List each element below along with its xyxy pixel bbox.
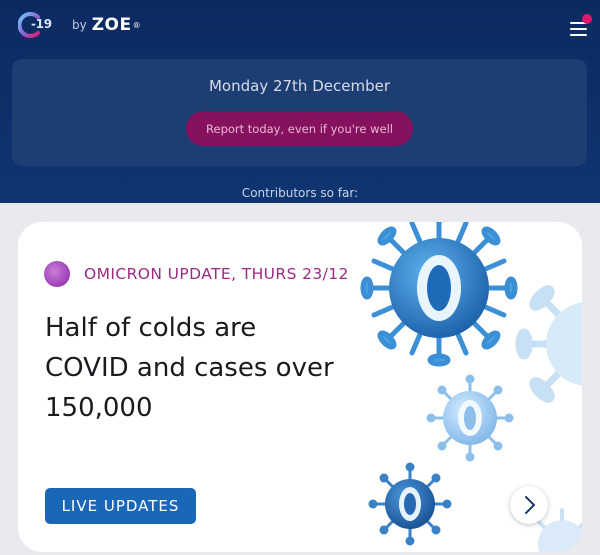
news-card[interactable]: OMICRON UPDATE, THURS 23/12 Half of cold… [18, 222, 582, 552]
app-header: -19 by ZOE ® Monday 27th December Report… [0, 0, 600, 203]
contributors-label: Contributors so far: [241, 186, 359, 200]
logo-c-icon: -19 [17, 12, 52, 38]
logo-by: by [72, 18, 87, 32]
logo-number: -19 [31, 17, 52, 31]
date-label: Monday 27th December [208, 77, 390, 95]
logo-registered: ® [132, 20, 141, 30]
news-headline: Half of colds are COVID and cases over 1… [45, 313, 334, 423]
date-card: Monday 27th December Report today, even … [12, 59, 587, 166]
tag-dot-icon [44, 261, 70, 287]
report-today-button[interactable]: Report today, even if you're well [186, 111, 413, 146]
logo-brand: ZOE [91, 15, 132, 35]
next-card-button[interactable] [510, 486, 548, 524]
chevron-right-icon [525, 496, 535, 514]
app-logo[interactable]: -19 by ZOE ® [17, 10, 141, 40]
notification-dot [582, 14, 592, 24]
live-updates-button[interactable]: LIVE UPDATES [45, 488, 196, 524]
news-tag: OMICRON UPDATE, THURS 23/12 [44, 261, 349, 287]
news-tag-label: OMICRON UPDATE, THURS 23/12 [84, 265, 349, 283]
hamburger-menu-icon[interactable] [570, 14, 592, 37]
